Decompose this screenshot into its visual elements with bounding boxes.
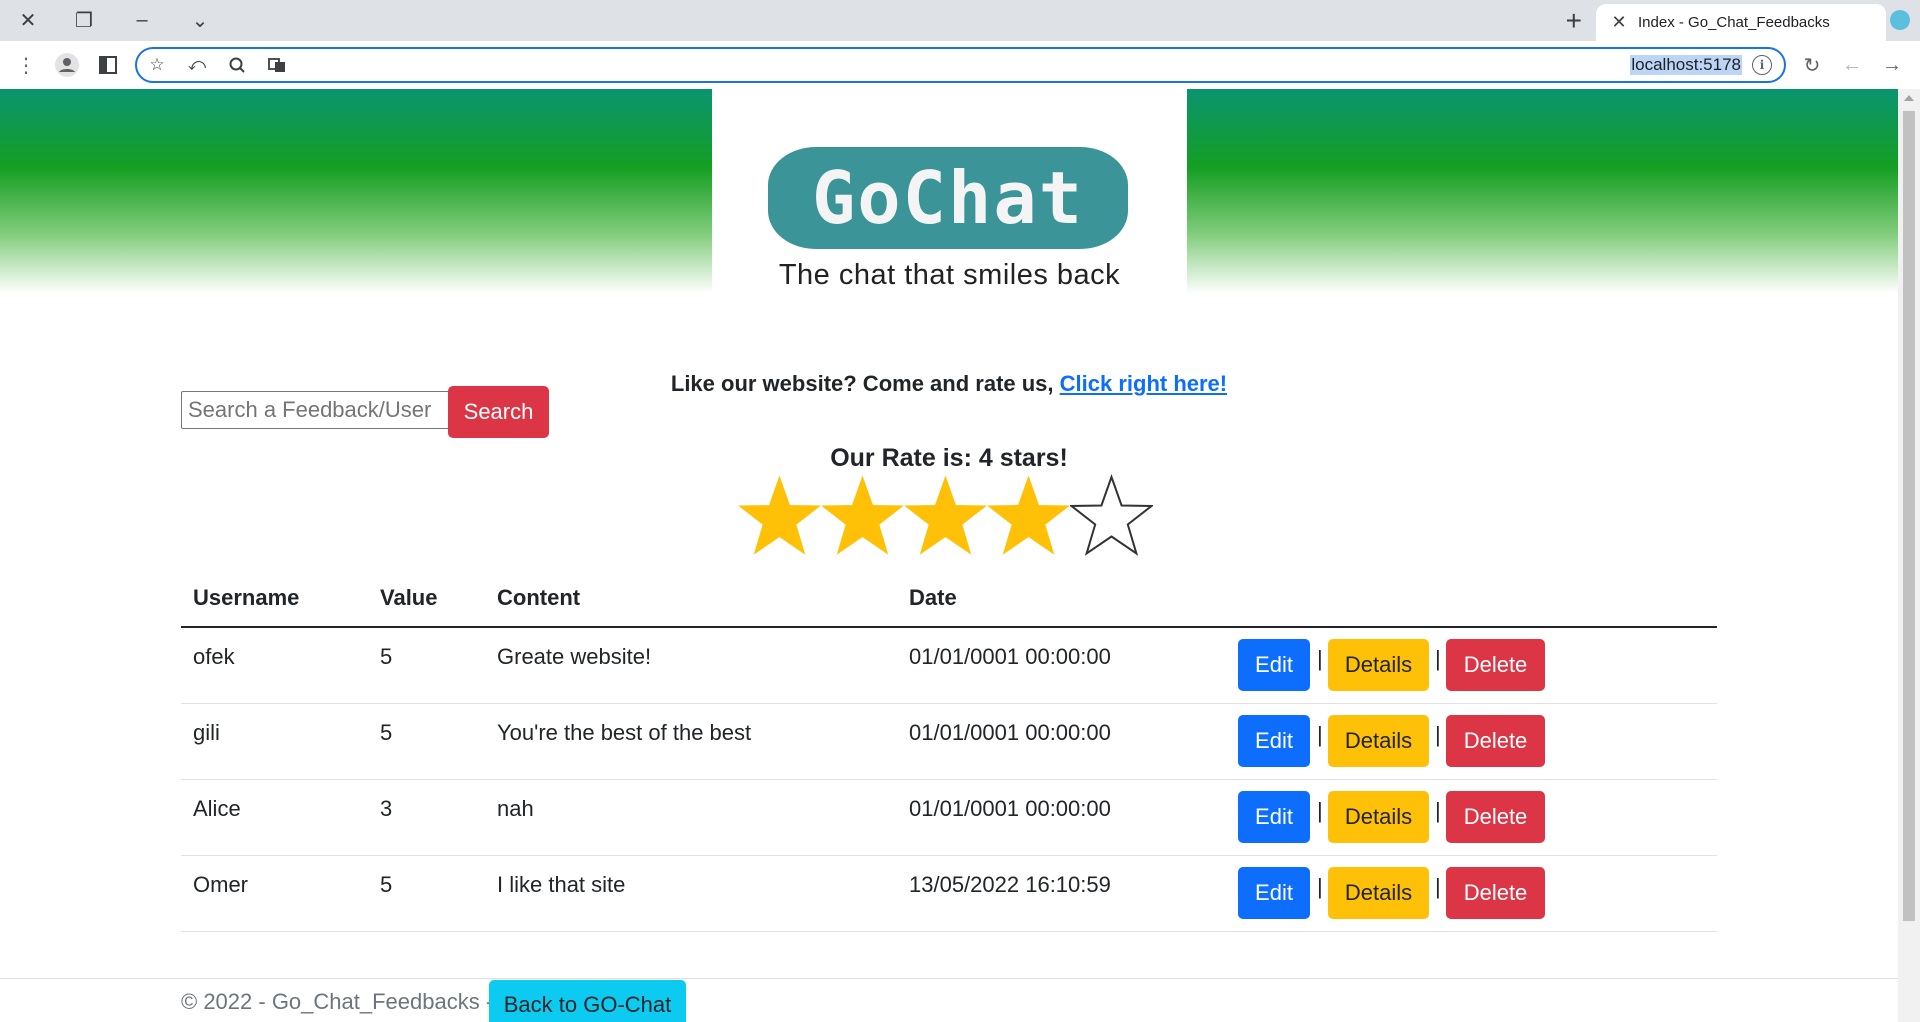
site-info-icon[interactable]: i: [1752, 55, 1772, 75]
cell-username: Alice: [193, 796, 241, 821]
action-separator: |: [1435, 874, 1441, 899]
table-row: Omer 5 I like that site 13/05/2022 16:10…: [181, 856, 1717, 932]
details-button[interactable]: Details: [1328, 639, 1429, 691]
delete-button[interactable]: Delete: [1446, 791, 1545, 843]
star-filled-icon: [904, 475, 987, 555]
back-arrow-icon[interactable]: ←: [1838, 51, 1866, 79]
cell-content: You're the best of the best: [497, 720, 752, 745]
cell-content: Greate website!: [497, 644, 652, 669]
header-value: Value: [380, 585, 438, 610]
minimize-window-icon[interactable]: –: [122, 4, 162, 36]
cell-value: 5: [380, 644, 393, 669]
table-row: gili 5 You're the best of the best 01/01…: [181, 704, 1717, 780]
cell-username: gili: [193, 720, 220, 745]
star-filled-icon: [987, 475, 1070, 555]
gochat-logo: GoChat The chat that smiles back: [712, 89, 1187, 294]
browser-toolbar: ⋮ ☆ ⤺ localhost:5178 i ↻ ← →: [0, 41, 1920, 90]
logo-plate: GoChat: [768, 147, 1128, 249]
logo-tagline: The chat that smiles back: [778, 259, 1121, 291]
action-separator: |: [1317, 798, 1323, 823]
cell-date: 01/01/0001 00:00:00: [909, 796, 1111, 821]
tab-search-chevron-icon[interactable]: ⌄: [180, 4, 220, 36]
page-viewport: GoChat The chat that smiles back Search …: [0, 89, 1898, 1022]
forward-arrow-icon[interactable]: →: [1878, 51, 1906, 79]
action-separator: |: [1317, 646, 1323, 671]
browser-tab-bar: ✕ ❐ – ⌄ + ✕ Index - Go_Chat_Feedbacks: [0, 0, 1920, 41]
edit-button[interactable]: Edit: [1238, 867, 1310, 919]
scroll-up-arrow-icon[interactable]: [1904, 95, 1914, 101]
action-separator: |: [1435, 722, 1441, 747]
footer-divider: [0, 978, 1898, 979]
translate-icon[interactable]: [265, 53, 289, 77]
details-button[interactable]: Details: [1328, 791, 1429, 843]
cell-username: Omer: [193, 872, 248, 897]
cell-username: ofek: [193, 644, 235, 669]
feedback-table: Username Value Content Date ofek 5 Great…: [181, 569, 1717, 932]
back-to-gochat-button[interactable]: Back to GO-Chat: [489, 980, 686, 1022]
site-header: GoChat The chat that smiles back: [0, 89, 1898, 294]
page-scrollbar[interactable]: [1898, 89, 1920, 1022]
logo-text: GoChat: [811, 156, 1085, 240]
table-header: Username Value Content Date: [181, 569, 1717, 628]
header-date: Date: [909, 585, 957, 610]
rate-link[interactable]: Click right here!: [1060, 371, 1227, 396]
profile-icon[interactable]: [53, 51, 81, 79]
action-separator: |: [1435, 798, 1441, 823]
table-row: Alice 3 nah 01/01/0001 00:00:00 Edit | D…: [181, 780, 1717, 856]
cell-date: 01/01/0001 00:00:00: [909, 644, 1111, 669]
rating-stars: [738, 471, 1153, 561]
table-row: ofek 5 Greate website! 01/01/0001 00:00:…: [181, 628, 1717, 704]
close-tab-icon[interactable]: ✕: [1610, 12, 1628, 33]
rating-title: Our Rate is: 4 stars!: [830, 444, 1068, 472]
delete-button[interactable]: Delete: [1446, 715, 1545, 767]
cell-content: I like that site: [497, 872, 626, 897]
star-empty-icon: [1070, 474, 1153, 556]
delete-button[interactable]: Delete: [1446, 639, 1545, 691]
share-icon[interactable]: ⤺: [185, 53, 209, 77]
tab-title: Index - Go_Chat_Feedbacks: [1638, 14, 1830, 31]
delete-button[interactable]: Delete: [1446, 867, 1545, 919]
cell-content: nah: [497, 796, 534, 821]
action-separator: |: [1317, 722, 1323, 747]
browser-tab[interactable]: ✕ Index - Go_Chat_Feedbacks: [1596, 4, 1886, 41]
cell-date: 13/05/2022 16:10:59: [909, 872, 1111, 897]
side-panel-icon[interactable]: [94, 51, 122, 79]
restore-window-icon[interactable]: ❐: [64, 4, 104, 36]
cell-date: 01/01/0001 00:00:00: [909, 720, 1111, 745]
star-filled-icon: [738, 475, 821, 555]
cell-value: 5: [380, 872, 393, 897]
profile-extension-icon[interactable]: [1890, 10, 1910, 30]
reload-icon[interactable]: ↻: [1798, 51, 1826, 79]
edit-button[interactable]: Edit: [1238, 715, 1310, 767]
rate-prompt: Like our website? Come and rate us, Clic…: [0, 371, 1898, 397]
edit-button[interactable]: Edit: [1238, 791, 1310, 843]
action-separator: |: [1435, 646, 1441, 671]
star-filled-icon: [821, 475, 904, 555]
action-separator: |: [1317, 874, 1323, 899]
new-tab-icon[interactable]: +: [1566, 5, 1582, 37]
footer-copyright: © 2022 - Go_Chat_Feedbacks -: [181, 989, 494, 1014]
bookmark-star-icon[interactable]: ☆: [145, 53, 169, 77]
cell-value: 5: [380, 720, 393, 745]
close-window-icon[interactable]: ✕: [8, 4, 48, 36]
details-button[interactable]: Details: [1328, 715, 1429, 767]
menu-dots-icon[interactable]: ⋮: [12, 51, 40, 79]
header-content: Content: [497, 585, 581, 610]
header-username: Username: [193, 585, 300, 610]
scrollbar-thumb[interactable]: [1903, 111, 1915, 921]
details-button[interactable]: Details: [1328, 867, 1429, 919]
edit-button[interactable]: Edit: [1238, 639, 1310, 691]
url-text[interactable]: localhost:5178: [1630, 55, 1742, 75]
cell-value: 3: [380, 796, 393, 821]
address-bar[interactable]: ☆ ⤺ localhost:5178 i: [135, 47, 1786, 83]
rate-prompt-text: Like our website? Come and rate us,: [670, 371, 1060, 396]
zoom-icon[interactable]: [225, 53, 249, 77]
